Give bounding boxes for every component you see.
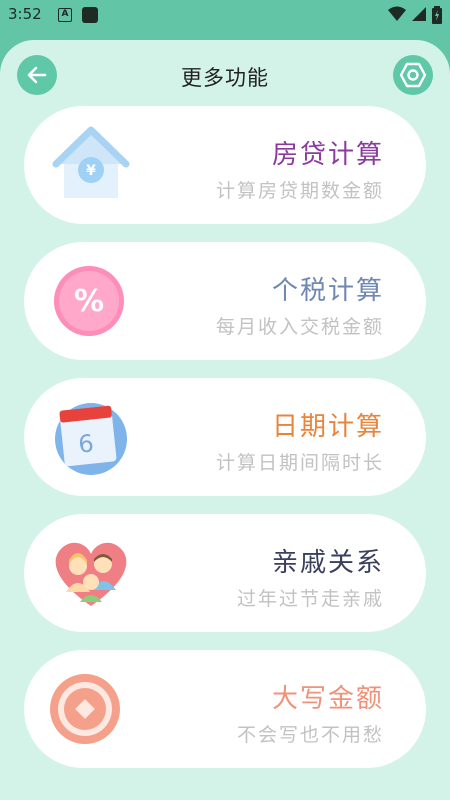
hexagon-settings-icon — [400, 62, 426, 88]
card-relatives[interactable]: 亲戚关系 过年过节走亲戚 — [24, 514, 426, 632]
card-subtitle: 计算日期间隔时长 — [215, 452, 384, 474]
card-capital-amount[interactable]: 大写金额 不会写也不用愁 — [24, 650, 426, 768]
notification-app-icon — [82, 7, 98, 23]
card-income-tax[interactable]: % 个税计算 每月收入交税金额 — [24, 242, 426, 360]
signal-icon — [411, 7, 426, 21]
svg-text:¥: ¥ — [86, 163, 96, 179]
card-title: 日期计算 — [271, 412, 384, 442]
percent-icon: % — [50, 260, 132, 342]
svg-text:%: % — [74, 284, 104, 319]
page-title: 更多功能 — [181, 66, 269, 90]
settings-button[interactable] — [393, 55, 433, 95]
card-subtitle: 过年过节走亲戚 — [236, 588, 384, 610]
card-subtitle: 每月收入交税金额 — [215, 316, 384, 338]
wifi-icon — [387, 6, 406, 21]
card-subtitle: 不会写也不用愁 — [236, 724, 384, 746]
status-bar: 3:52 A — [0, 0, 450, 30]
status-time: 3:52 — [8, 5, 42, 23]
card-title: 大写金额 — [271, 684, 384, 714]
card-title: 个税计算 — [271, 276, 384, 306]
house-yen-icon: ¥ — [50, 124, 132, 206]
card-title: 亲戚关系 — [271, 548, 384, 578]
status-icons — [387, 6, 442, 24]
family-heart-icon — [50, 532, 132, 614]
card-subtitle: 计算房贷期数金额 — [215, 180, 384, 202]
battery-icon — [432, 6, 442, 24]
coin-icon — [50, 668, 132, 750]
main-screen: 更多功能 ¥ 房贷计算 计算房贷期数金额 % 个税计算 每月收入交税金额 6 日… — [0, 40, 450, 800]
card-date-calc[interactable]: 6 日期计算 计算日期间隔时长 — [24, 378, 426, 496]
calendar-icon: 6 — [50, 396, 132, 478]
notification-a-icon: A — [58, 8, 72, 22]
card-mortgage[interactable]: ¥ 房贷计算 计算房贷期数金额 — [24, 106, 426, 224]
svg-text:6: 6 — [77, 429, 95, 458]
card-title: 房贷计算 — [271, 140, 384, 170]
